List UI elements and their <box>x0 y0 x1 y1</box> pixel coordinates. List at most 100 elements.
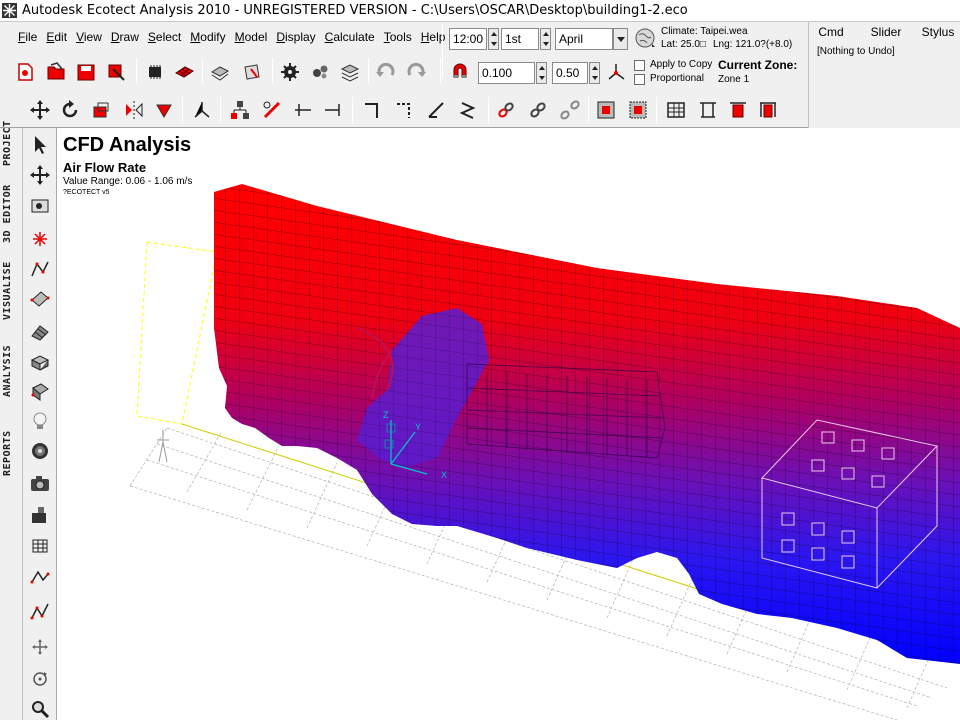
menu-tools[interactable]: Tools <box>380 28 417 48</box>
hour-stepper[interactable] <box>488 28 499 50</box>
value-range: Value Range: 0.06 - 1.06 m/s <box>63 176 193 187</box>
open-file-icon[interactable] <box>44 60 68 84</box>
month-dropdown-arrow[interactable] <box>613 28 628 50</box>
separator <box>368 58 369 84</box>
menu-calculate[interactable]: Calculate <box>321 28 380 48</box>
menu-help[interactable]: Help <box>417 28 451 48</box>
tab-project[interactable]: PROJECT <box>2 108 22 178</box>
orbit-move-icon[interactable] <box>27 634 53 660</box>
gear-icon[interactable] <box>278 60 302 84</box>
undo-icon[interactable] <box>374 60 398 84</box>
split-icon[interactable] <box>190 98 214 122</box>
menu-modify[interactable]: Modify <box>186 28 230 48</box>
day-stepper[interactable] <box>540 28 551 50</box>
ecotect-logo-icon <box>2 3 17 18</box>
menu-select[interactable]: Select <box>144 28 186 48</box>
time-hour-field[interactable]: 12:00 <box>449 28 487 50</box>
snap-angle-field[interactable]: 0.50 <box>552 62 588 84</box>
3d-viewport[interactable]: Z Y X CFD Analysis Air Flow Rate Value R… <box>57 128 960 720</box>
network-icon[interactable] <box>228 98 252 122</box>
separator <box>488 97 489 123</box>
camera-icon[interactable] <box>27 470 53 496</box>
mirror-icon[interactable] <box>122 98 146 122</box>
export-icon[interactable] <box>104 60 128 84</box>
ungroup-icon[interactable] <box>626 98 650 122</box>
window-title: Autodesk Ecotect Analysis 2010 - UNREGIS… <box>22 3 688 18</box>
light-bulb-icon[interactable] <box>27 408 53 434</box>
scale-icon[interactable] <box>89 98 113 122</box>
layers-icon[interactable] <box>208 60 232 84</box>
axis-label-x: X <box>441 470 447 480</box>
zoom-icon[interactable] <box>27 696 53 722</box>
zone-block-icon[interactable] <box>27 378 53 404</box>
zone-icon[interactable] <box>240 60 264 84</box>
time-day-field[interactable]: 1st <box>501 28 539 50</box>
menu-view[interactable]: View <box>72 28 107 48</box>
current-zone-value: Zone 1 <box>718 74 750 85</box>
unlink-icon[interactable] <box>558 98 582 122</box>
pan-icon[interactable] <box>27 162 53 188</box>
menu-edit[interactable]: Edit <box>42 28 72 48</box>
table-grid-icon[interactable] <box>664 98 688 122</box>
tab-3d-editor[interactable]: 3D EDITOR <box>2 180 22 248</box>
zigzag-icon[interactable] <box>456 98 480 122</box>
frame-icon[interactable] <box>696 98 720 122</box>
snap-distance-stepper[interactable] <box>536 62 547 84</box>
appliance-icon[interactable] <box>27 502 53 528</box>
new-file-icon[interactable] <box>13 60 37 84</box>
redo-icon[interactable] <box>404 60 428 84</box>
save-file-icon[interactable] <box>74 60 98 84</box>
grid-box-icon[interactable] <box>27 532 53 558</box>
gears-icon[interactable] <box>308 60 332 84</box>
tab-reports[interactable]: REPORTS <box>2 418 22 488</box>
tab-slider[interactable]: Slider <box>861 24 911 42</box>
tab-analysis[interactable]: ANALYSIS <box>2 336 22 406</box>
corner-dashed-icon[interactable] <box>392 98 416 122</box>
group-icon[interactable] <box>594 98 618 122</box>
plane-icon[interactable] <box>27 286 53 312</box>
chip-icon[interactable] <box>143 60 167 84</box>
red-panel-frame-icon[interactable] <box>756 98 780 122</box>
separator <box>442 24 443 78</box>
speaker-icon[interactable] <box>27 438 53 464</box>
apply-to-copy-label: Apply to Copy <box>650 59 713 70</box>
nodes-curve-icon[interactable] <box>27 598 53 624</box>
snap-angle-stepper[interactable] <box>589 62 600 84</box>
polyline-icon[interactable] <box>27 256 53 282</box>
orbit-rotate-icon[interactable] <box>27 666 53 692</box>
stack-icon[interactable] <box>338 60 362 84</box>
roof-icon[interactable] <box>27 318 53 344</box>
tab-stylus[interactable]: Stylus <box>917 24 959 42</box>
snap-distance-field[interactable]: 0.100 <box>478 62 535 84</box>
link-red-icon[interactable] <box>494 98 518 122</box>
proportional-checkbox[interactable] <box>634 74 645 85</box>
axis-icon[interactable] <box>604 60 628 84</box>
pointer-icon[interactable] <box>27 132 53 158</box>
magnet-snap-icon[interactable] <box>448 60 472 84</box>
menu-draw[interactable]: Draw <box>107 28 144 48</box>
tab-cmd[interactable]: Cmd <box>809 24 853 42</box>
nodes-line-icon[interactable] <box>27 564 53 590</box>
extrude-icon[interactable] <box>152 98 176 122</box>
globe-icon[interactable] <box>634 27 656 49</box>
block-icon[interactable] <box>27 348 53 374</box>
move-icon[interactable] <box>28 98 52 122</box>
point-icon[interactable] <box>27 226 53 252</box>
month-select[interactable]: April <box>555 28 613 50</box>
menu-model[interactable]: Model <box>231 28 273 48</box>
link-icon[interactable] <box>526 98 550 122</box>
corner-icon[interactable] <box>360 98 384 122</box>
apply-to-copy-checkbox[interactable] <box>634 60 645 71</box>
tab-visualise[interactable]: VISUALISE <box>2 256 22 326</box>
grid-material-icon[interactable] <box>172 60 196 84</box>
rotate-icon[interactable] <box>58 98 82 122</box>
diagonal-icon[interactable] <box>424 98 448 122</box>
line-end-icon[interactable] <box>322 98 346 122</box>
camera-box-icon[interactable] <box>27 192 53 218</box>
red-panel-icon[interactable] <box>726 98 750 122</box>
menu-file[interactable]: File <box>14 28 42 48</box>
line-start-icon[interactable] <box>292 98 316 122</box>
menu-display[interactable]: Display <box>272 28 320 48</box>
cut-icon[interactable] <box>260 98 284 122</box>
proportional-label: Proportional <box>650 73 704 84</box>
